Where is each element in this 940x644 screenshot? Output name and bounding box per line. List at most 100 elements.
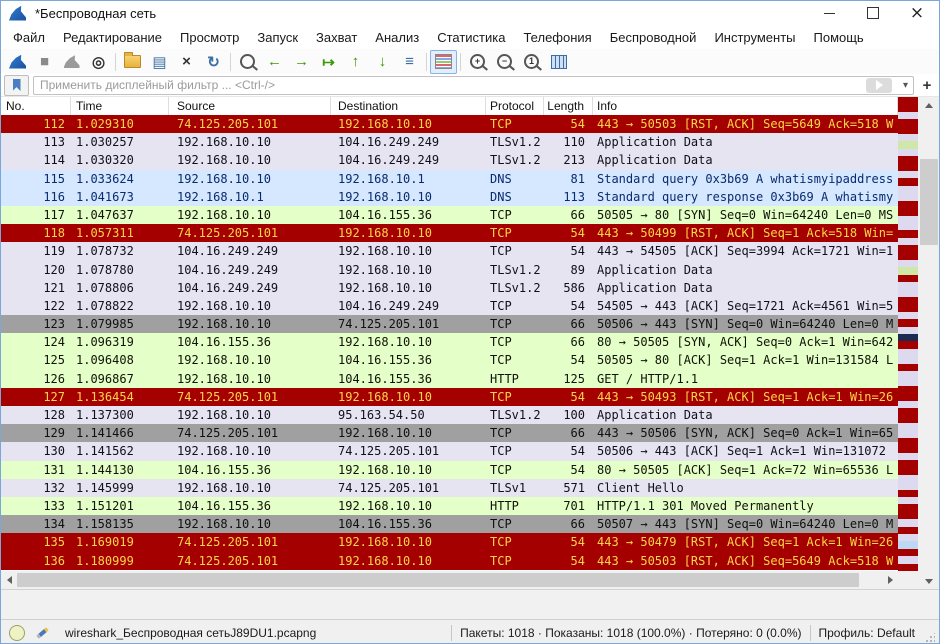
minimap-stripe <box>898 371 918 378</box>
packet-row-130[interactable]: 1301.141562192.168.10.1074.125.205.101TC… <box>1 442 898 460</box>
expert-info-button[interactable] <box>9 625 25 641</box>
colorize-icon[interactable] <box>430 50 457 74</box>
packet-row-114[interactable]: 1141.030320192.168.10.10104.16.249.249TL… <box>1 151 898 169</box>
column-header-protocol[interactable]: Protocol <box>486 97 544 115</box>
menu-item-10[interactable]: Инструменты <box>705 25 804 49</box>
column-header-source[interactable]: Source <box>169 97 331 115</box>
packet-row-121[interactable]: 1211.078806104.16.249.249192.168.10.10TL… <box>1 279 898 297</box>
scroll-up-button[interactable] <box>918 97 940 113</box>
zoom-in-icon[interactable]: + <box>464 50 491 74</box>
packet-row-135[interactable]: 1351.16901974.125.205.101192.168.10.10TC… <box>1 533 898 551</box>
cell-dst: 104.16.155.36 <box>331 515 486 533</box>
capture-options-icon[interactable]: ◎ <box>85 50 112 74</box>
scroll-down-button[interactable] <box>918 573 940 589</box>
minimize-button[interactable] <box>807 1 851 25</box>
go-back-icon[interactable]: ← <box>261 50 288 74</box>
intelligent-scrollbar-minimap[interactable] <box>898 97 918 571</box>
start-capture-icon[interactable] <box>4 50 31 74</box>
cell-no: 115 <box>1 170 71 188</box>
vertical-scroll-thumb[interactable] <box>920 159 938 245</box>
packet-counts: Пакеты: 1018 · Показаны: 1018 (100.0%) ·… <box>460 626 801 640</box>
packet-row-126[interactable]: 1261.096867192.168.10.10104.16.155.36HTT… <box>1 370 898 388</box>
scroll-left-button[interactable] <box>1 571 17 589</box>
profile-label[interactable]: Профиль: Default <box>819 626 916 640</box>
vertical-scrollbar[interactable] <box>918 97 940 589</box>
menu-item-11[interactable]: Помощь <box>805 25 873 49</box>
restart-capture-icon[interactable] <box>58 50 85 74</box>
menu-item-4[interactable]: Запуск <box>248 25 307 49</box>
filter-bookmark-button[interactable] <box>4 75 29 96</box>
maximize-icon <box>867 7 879 19</box>
packet-row-128[interactable]: 1281.137300192.168.10.1095.163.54.50TLSv… <box>1 406 898 424</box>
add-filter-button[interactable]: + <box>918 76 936 95</box>
menu-item-7[interactable]: Статистика <box>428 25 514 49</box>
column-header-destination[interactable]: Destination <box>331 97 486 115</box>
minimap-stripe <box>898 356 918 363</box>
packet-row-123[interactable]: 1231.079985192.168.10.1074.125.205.101TC… <box>1 315 898 333</box>
packet-row-136[interactable]: 1361.18099974.125.205.101192.168.10.10TC… <box>1 552 898 570</box>
column-header-time[interactable]: Time <box>71 97 169 115</box>
go-top-icon[interactable]: ↑ <box>342 50 369 74</box>
autoscroll-icon[interactable]: ≡ <box>396 50 423 74</box>
packet-row-120[interactable]: 1201.078780104.16.249.249192.168.10.10TL… <box>1 261 898 279</box>
apply-filter-button[interactable] <box>866 78 892 93</box>
column-header-info[interactable]: Info <box>593 97 898 115</box>
packet-row-118[interactable]: 1181.05731174.125.205.101192.168.10.10TC… <box>1 224 898 242</box>
packet-row-129[interactable]: 1291.14146674.125.205.101192.168.10.10TC… <box>1 424 898 442</box>
go-forward-icon[interactable]: → <box>288 50 315 74</box>
open-file-icon[interactable] <box>119 50 146 74</box>
save-file-icon[interactable]: ▤ <box>146 50 173 74</box>
cell-src: 104.16.155.36 <box>169 333 331 351</box>
zoom-out-icon[interactable]: − <box>491 50 518 74</box>
packet-row-133[interactable]: 1331.151201104.16.155.36192.168.10.10HTT… <box>1 497 898 515</box>
horizontal-scroll-thumb[interactable] <box>17 573 859 587</box>
cell-len: 54 <box>544 297 593 315</box>
maximize-button[interactable] <box>851 1 895 25</box>
menu-item-8[interactable]: Телефония <box>514 25 600 49</box>
packet-row-131[interactable]: 1311.144130104.16.155.36192.168.10.10TCP… <box>1 461 898 479</box>
capture-comment-button[interactable] <box>33 625 51 641</box>
find-packet-icon[interactable] <box>234 50 261 74</box>
close-file-icon[interactable]: × <box>173 50 200 74</box>
packet-row-116[interactable]: 1161.041673192.168.10.1192.168.10.10DNS1… <box>1 188 898 206</box>
packet-row-112[interactable]: 1121.02931074.125.205.101192.168.10.10TC… <box>1 115 898 133</box>
filter-dropdown-caret[interactable]: ▾ <box>903 77 908 94</box>
horizontal-scrollbar[interactable] <box>1 571 898 589</box>
go-bottom-icon[interactable]: ↓ <box>369 50 396 74</box>
packet-row-125[interactable]: 1251.096408192.168.10.10104.16.155.36TCP… <box>1 351 898 369</box>
packet-row-124[interactable]: 1241.096319104.16.155.36192.168.10.10TCP… <box>1 333 898 351</box>
menu-item-6[interactable]: Анализ <box>366 25 428 49</box>
zoom-100-icon-sub: 1 <box>529 57 534 66</box>
menu-item-1[interactable]: Файл <box>4 25 54 49</box>
scroll-right-button[interactable] <box>882 571 898 589</box>
menu-item-2[interactable]: Редактирование <box>54 25 171 49</box>
minimap-stripe <box>898 334 918 341</box>
packet-list-header[interactable]: No.TimeSourceDestinationProtocolLengthIn… <box>1 97 898 116</box>
packet-row-115[interactable]: 1151.033624192.168.10.10192.168.10.1DNS8… <box>1 170 898 188</box>
packet-row-119[interactable]: 1191.078732104.16.249.249192.168.10.10TC… <box>1 242 898 260</box>
stop-capture-icon[interactable]: ■ <box>31 50 58 74</box>
close-button[interactable]: × <box>895 1 939 25</box>
title-bar: *Беспроводная сеть × <box>1 1 939 25</box>
packet-row-122[interactable]: 1221.078822192.168.10.10104.16.249.249TC… <box>1 297 898 315</box>
zoom-100-icon[interactable]: 1 <box>518 50 545 74</box>
packet-row-117[interactable]: 1171.047637192.168.10.10104.16.155.36TCP… <box>1 206 898 224</box>
column-header-no[interactable]: No. <box>1 97 71 115</box>
packet-row-134[interactable]: 1341.158135192.168.10.10104.16.155.36TCP… <box>1 515 898 533</box>
column-header-length[interactable]: Length <box>544 97 593 115</box>
menu-item-3[interactable]: Просмотр <box>171 25 248 49</box>
minimap-stripe <box>898 386 918 393</box>
packet-row-113[interactable]: 1131.030257192.168.10.10104.16.249.249TL… <box>1 133 898 151</box>
cell-no: 125 <box>1 351 71 369</box>
menu-item-5[interactable]: Захват <box>307 25 366 49</box>
resize-grip[interactable] <box>925 633 935 643</box>
resize-columns-icon[interactable] <box>545 50 572 74</box>
go-to-packet-icon[interactable]: ↦ <box>315 50 342 74</box>
packet-row-132[interactable]: 1321.145999192.168.10.1074.125.205.101TL… <box>1 479 898 497</box>
menu-item-9[interactable]: Беспроводной <box>601 25 706 49</box>
display-filter-input[interactable] <box>33 76 914 95</box>
reload-file-icon[interactable]: ↻ <box>200 50 227 74</box>
packet-row-127[interactable]: 1271.13645474.125.205.101192.168.10.10TC… <box>1 388 898 406</box>
cell-src: 74.125.205.101 <box>169 224 331 242</box>
cell-len: 66 <box>544 206 593 224</box>
